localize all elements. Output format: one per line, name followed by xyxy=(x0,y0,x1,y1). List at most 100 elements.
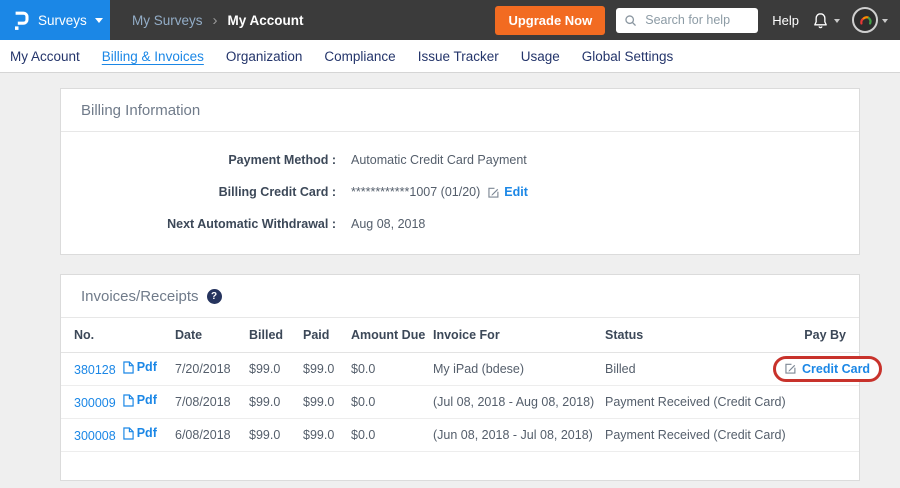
invoices-table: No. Date Billed Paid Amount Due Invoice … xyxy=(61,318,859,452)
edit-credit-card-button[interactable]: Edit xyxy=(487,185,528,199)
invoice-number-link[interactable]: 380128 xyxy=(74,363,116,377)
product-menu[interactable]: Surveys xyxy=(0,0,110,40)
upgrade-now-button[interactable]: Upgrade Now xyxy=(495,6,605,35)
invoice-row: 380128 Pdf 7/20/2018 $99.0 $99.0 $0.0 My … xyxy=(61,352,859,385)
pdf-file-icon xyxy=(123,394,134,407)
pdf-file-icon xyxy=(123,427,134,440)
invoices-receipts-title-text: Invoices/Receipts xyxy=(81,288,199,305)
edit-credit-card-label[interactable]: Edit xyxy=(504,185,528,199)
tab-issue-tracker[interactable]: Issue Tracker xyxy=(418,49,499,64)
invoice-no-cell: 380128 Pdf xyxy=(61,352,169,385)
invoice-no-cell: 300009 Pdf xyxy=(61,385,169,418)
top-header: Surveys My Surveys › My Account Upgrade … xyxy=(0,0,900,40)
invoice-row: 300008 Pdf 6/08/2018 $99.0 $99.0 $0.0 (Ju… xyxy=(61,418,859,451)
invoice-payby-cell: Credit Card xyxy=(767,352,859,385)
column-header-date: Date xyxy=(169,318,243,352)
search-input[interactable] xyxy=(643,12,750,28)
next-withdrawal-row: Next Automatic Withdrawal : Aug 08, 2018 xyxy=(61,208,859,240)
annotation-highlight-box: Credit Card xyxy=(773,356,882,382)
page-content: Billing Information Payment Method : Aut… xyxy=(0,73,900,481)
pay-by-credit-card-link[interactable]: Credit Card xyxy=(802,362,870,376)
invoice-date-cell: 6/08/2018 xyxy=(169,418,243,451)
column-header-invoice-for: Invoice For xyxy=(427,318,599,352)
column-header-billed: Billed xyxy=(243,318,297,352)
help-link[interactable]: Help xyxy=(772,13,799,28)
invoice-paid-cell: $99.0 xyxy=(297,352,345,385)
pencil-edit-icon xyxy=(784,362,797,375)
tab-billing-invoices[interactable]: Billing & Invoices xyxy=(102,49,204,64)
billing-information-card: Billing Information Payment Method : Aut… xyxy=(60,88,860,255)
search-icon xyxy=(624,14,637,27)
tab-global-settings[interactable]: Global Settings xyxy=(582,49,674,64)
invoice-paid-cell: $99.0 xyxy=(297,418,345,451)
billing-fields: Payment Method : Automatic Credit Card P… xyxy=(61,132,859,254)
bell-icon xyxy=(811,11,830,30)
next-withdrawal-label: Next Automatic Withdrawal : xyxy=(61,217,336,231)
tab-usage[interactable]: Usage xyxy=(521,49,560,64)
invoice-for-cell: (Jun 08, 2018 - Jul 08, 2018) xyxy=(427,418,599,451)
invoice-pdf-link[interactable]: Pdf xyxy=(123,426,157,440)
billing-credit-card-row: Billing Credit Card : ************1007 (… xyxy=(61,176,859,208)
invoice-billed-cell: $99.0 xyxy=(243,418,297,451)
invoice-date-cell: 7/20/2018 xyxy=(169,352,243,385)
tab-organization[interactable]: Organization xyxy=(226,49,303,64)
invoice-status-cell: Payment Received (Credit Card) xyxy=(599,418,767,451)
billing-credit-card-label: Billing Credit Card : xyxy=(61,185,336,199)
pdf-link-label: Pdf xyxy=(137,393,157,407)
payment-method-label: Payment Method : xyxy=(61,153,336,167)
invoice-due-cell: $0.0 xyxy=(345,418,427,451)
pencil-edit-icon xyxy=(487,186,500,199)
questionpro-logo-icon xyxy=(13,10,29,31)
invoice-for-cell: (Jul 08, 2018 - Aug 08, 2018) xyxy=(427,385,599,418)
product-menu-label: Surveys xyxy=(38,13,87,28)
pdf-file-icon xyxy=(123,361,134,374)
invoices-receipts-card: Invoices/Receipts ? No. Date Billed Paid… xyxy=(60,274,860,481)
tab-my-account[interactable]: My Account xyxy=(10,49,80,64)
invoices-receipts-title: Invoices/Receipts ? xyxy=(61,275,859,318)
invoice-status-cell: Payment Received (Credit Card) xyxy=(599,385,767,418)
invoice-for-cell: My iPad (bdese) xyxy=(427,352,599,385)
column-header-amount-due: Amount Due xyxy=(345,318,427,352)
invoice-no-cell: 300008 Pdf xyxy=(61,418,169,451)
invoice-paid-cell: $99.0 xyxy=(297,385,345,418)
billing-information-title: Billing Information xyxy=(61,89,859,132)
column-header-no: No. xyxy=(61,318,169,352)
payment-method-row: Payment Method : Automatic Credit Card P… xyxy=(61,144,859,176)
invoice-status-cell: Billed xyxy=(599,352,767,385)
column-header-status: Status xyxy=(599,318,767,352)
chevron-down-icon xyxy=(882,19,888,26)
invoice-due-cell: $0.0 xyxy=(345,352,427,385)
payment-method-value: Automatic Credit Card Payment xyxy=(351,153,527,167)
breadcrumb-separator-icon: › xyxy=(213,13,218,28)
pdf-link-label: Pdf xyxy=(137,360,157,374)
help-tooltip-icon[interactable]: ? xyxy=(207,289,222,304)
notifications-button[interactable] xyxy=(811,11,840,30)
invoice-pdf-link[interactable]: Pdf xyxy=(123,360,157,374)
header-actions: Upgrade Now Help xyxy=(495,6,900,35)
breadcrumb-current: My Account xyxy=(228,13,304,28)
invoice-number-link[interactable]: 300008 xyxy=(74,429,116,443)
billing-invoices-page: Surveys My Surveys › My Account Upgrade … xyxy=(0,0,900,481)
invoice-billed-cell: $99.0 xyxy=(243,385,297,418)
invoice-table-header-row: No. Date Billed Paid Amount Due Invoice … xyxy=(61,318,859,352)
chevron-down-icon xyxy=(834,19,840,26)
column-header-paid: Paid xyxy=(297,318,345,352)
next-withdrawal-value: Aug 08, 2018 xyxy=(351,217,425,231)
help-search-box[interactable] xyxy=(616,8,758,33)
invoice-number-link[interactable]: 300009 xyxy=(74,396,116,410)
chevron-down-icon xyxy=(95,18,103,27)
tab-compliance[interactable]: Compliance xyxy=(324,49,395,64)
account-nav-tabs: My Account Billing & Invoices Organizati… xyxy=(0,40,900,73)
invoice-pdf-link[interactable]: Pdf xyxy=(123,393,157,407)
pdf-link-label: Pdf xyxy=(137,426,157,440)
breadcrumb: My Surveys › My Account xyxy=(132,13,304,28)
breadcrumb-my-surveys[interactable]: My Surveys xyxy=(132,13,203,28)
invoice-billed-cell: $99.0 xyxy=(243,352,297,385)
account-menu[interactable] xyxy=(852,7,888,33)
invoice-row: 300009 Pdf 7/08/2018 $99.0 $99.0 $0.0 (Ju… xyxy=(61,385,859,418)
column-header-pay-by: Pay By xyxy=(767,318,859,352)
invoice-due-cell: $0.0 xyxy=(345,385,427,418)
avatar xyxy=(852,7,878,33)
billing-credit-card-value: ************1007 (01/20) xyxy=(351,185,480,199)
invoice-date-cell: 7/08/2018 xyxy=(169,385,243,418)
